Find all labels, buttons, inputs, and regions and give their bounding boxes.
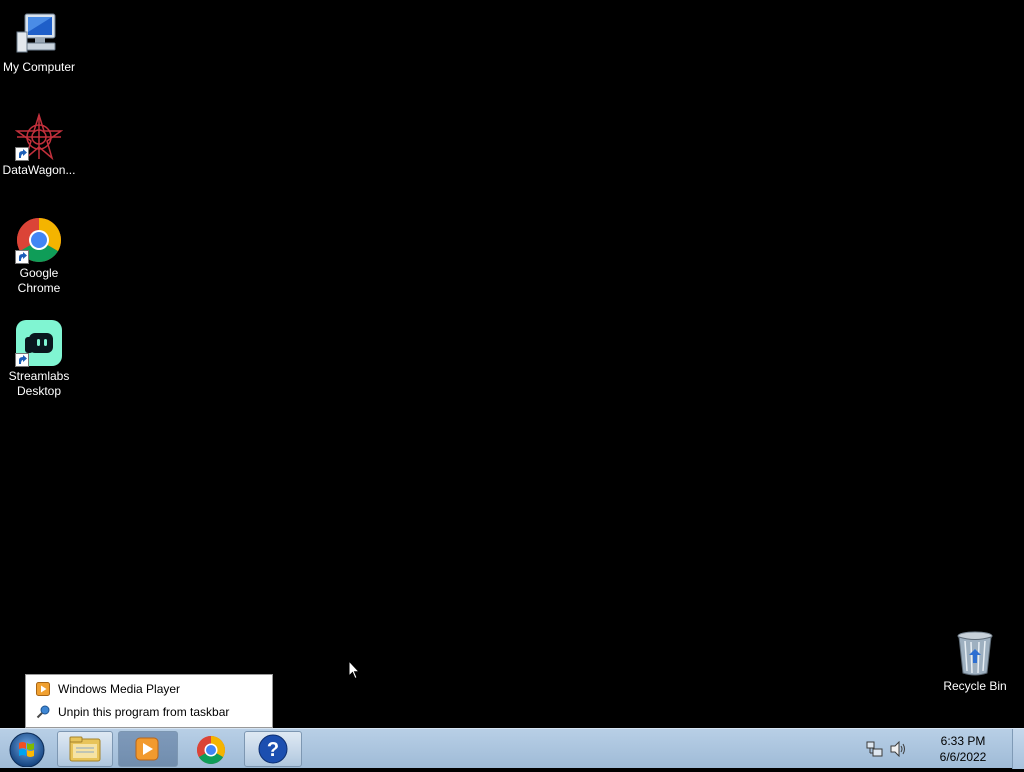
datawagon-icon: [14, 112, 64, 161]
system-clock[interactable]: 6:33 PM 6/6/2022: [928, 733, 998, 765]
taskbar-help-button[interactable]: ?: [244, 731, 302, 767]
mouse-cursor-icon: [348, 659, 361, 685]
desktop-icon-label: Google Chrome: [17, 266, 61, 295]
streamlabs-icon: [15, 319, 63, 367]
chrome-icon: [197, 736, 225, 764]
menu-item-label: Windows Media Player: [58, 682, 181, 696]
desktop-icon-label: Recycle Bin: [943, 679, 1007, 693]
shortcut-arrow-icon: [15, 353, 29, 367]
menu-item-label: Unpin this program from taskbar: [58, 705, 230, 719]
svg-text:?: ?: [267, 739, 279, 761]
taskbar-jump-list-menu: Windows Media Player Unpin this program …: [25, 674, 273, 728]
windows-orb-icon: [9, 732, 45, 768]
taskbar-chrome-button[interactable]: [183, 731, 239, 767]
clock-time: 6:33 PM: [940, 734, 986, 748]
volume-icon[interactable]: [890, 740, 908, 762]
desktop-icon-google-chrome[interactable]: Google Chrome: [1, 216, 77, 296]
clock-date: 6/6/2022: [939, 750, 987, 764]
menu-item-windows-media-player[interactable]: Windows Media Player: [36, 680, 180, 698]
folder-icon: [69, 736, 101, 762]
help-icon: ?: [258, 734, 288, 764]
taskbar-media-player-button[interactable]: [118, 731, 178, 767]
desktop-icon-datawagon[interactable]: DataWagon...: [1, 112, 77, 178]
media-player-icon: [36, 682, 50, 696]
notification-area: [864, 729, 912, 769]
desktop-icon-streamlabs[interactable]: Streamlabs Desktop: [1, 319, 77, 399]
desktop-icon-my-computer[interactable]: My Computer: [1, 10, 77, 75]
taskbar: ? 6:33 PM 6/6/2022: [0, 728, 1024, 769]
computer-icon: [15, 10, 63, 58]
media-player-icon: [135, 737, 159, 761]
taskbar-explorer-button[interactable]: [57, 731, 113, 767]
start-button[interactable]: [2, 731, 52, 768]
menu-item-unpin-from-taskbar[interactable]: Unpin this program from taskbar: [36, 703, 229, 721]
unpin-icon: [36, 705, 50, 719]
chrome-icon: [15, 216, 63, 264]
desktop-icon-label: Streamlabs Desktop: [8, 369, 70, 398]
desktop-icon-label: DataWagon...: [2, 163, 76, 177]
shortcut-arrow-icon: [15, 147, 29, 161]
shortcut-arrow-icon: [15, 250, 29, 264]
desktop-icon-recycle-bin[interactable]: Recycle Bin: [937, 631, 1013, 694]
recycle-bin-icon: [955, 631, 995, 677]
network-icon[interactable]: [866, 741, 884, 762]
show-desktop-button[interactable]: [1012, 729, 1024, 769]
desktop-icon-label: My Computer: [2, 60, 76, 74]
